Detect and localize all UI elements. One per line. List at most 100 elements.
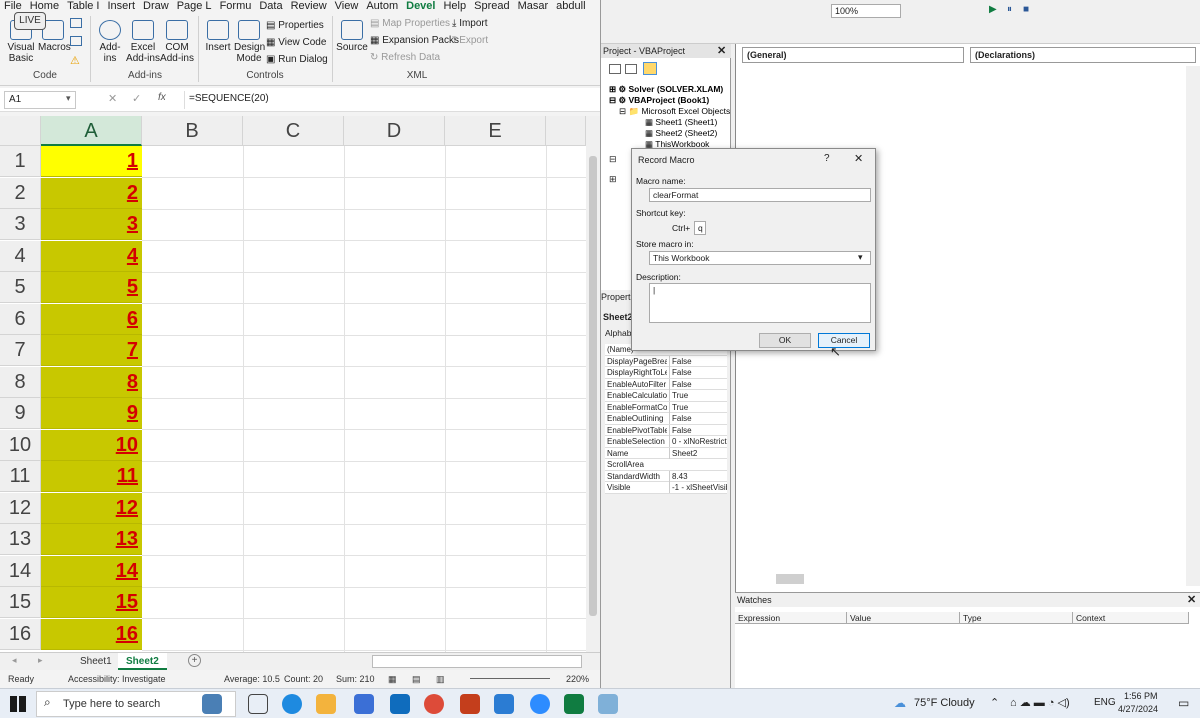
page-layout-view-icon[interactable]: ▤ (412, 670, 421, 688)
property-row[interactable]: EnableSelection 0 - xlNoRestricti (605, 436, 727, 448)
cell-a11[interactable]: 11 (41, 461, 142, 492)
property-row[interactable]: EnableFormatCon True (605, 401, 727, 413)
code-hscroll-thumb[interactable] (776, 574, 804, 584)
property-value[interactable]: False (669, 413, 727, 424)
store-macro-select[interactable]: This Workbook (649, 251, 871, 265)
view-code-icon[interactable] (609, 64, 621, 74)
tab-view[interactable]: View (331, 1, 363, 12)
cell-a6[interactable]: 6 (41, 303, 142, 335)
tab-table[interactable]: Table I (63, 1, 103, 12)
cell-a16[interactable]: 16 (41, 618, 142, 650)
row-header[interactable]: 13 (0, 524, 41, 555)
property-row[interactable]: EnablePivotTable False (605, 424, 727, 436)
shortcut-key-field[interactable]: q (694, 221, 706, 235)
cell-a10[interactable]: 10 (41, 429, 142, 461)
row-header[interactable]: 11 (0, 461, 41, 492)
cell-a14[interactable]: 14 (41, 555, 142, 587)
column-header-b[interactable]: B (142, 116, 243, 146)
column-header-f[interactable] (546, 116, 586, 146)
row-header[interactable]: 16 (0, 618, 41, 650)
expansion-packs-button[interactable]: ▦ Expansion Packs (370, 35, 459, 46)
export-button[interactable]: ⤒ Export (452, 35, 488, 46)
close-icon[interactable]: ✕ (717, 44, 726, 57)
row-header[interactable]: 1 (0, 146, 41, 177)
chevron-down-icon[interactable]: ▾ (858, 252, 863, 263)
row-header[interactable]: 8 (0, 366, 41, 398)
vertical-scrollbar[interactable] (586, 116, 600, 652)
normal-view-icon[interactable]: ▦ (388, 670, 397, 688)
watch-col-value[interactable]: Value (847, 612, 960, 624)
sheet-tab-sheet1[interactable]: Sheet1 (72, 653, 120, 670)
cell-a9[interactable]: 9 (41, 398, 142, 429)
watch-col-type[interactable]: Type (960, 612, 1073, 624)
tree-excel-objects[interactable]: ⊟ 📁 Microsoft Excel Objects (619, 106, 730, 117)
tab-abdull[interactable]: abdull (552, 1, 589, 12)
design-mode-button[interactable]: Design Mode (234, 20, 265, 64)
tab-masar[interactable]: Masar (514, 1, 553, 12)
cancel-button[interactable]: Cancel (818, 333, 870, 348)
mail-icon[interactable] (390, 694, 410, 714)
cell-a5[interactable]: 5 (41, 272, 142, 303)
tab-review[interactable]: Review (287, 1, 331, 12)
cell-a13[interactable]: 13 (41, 524, 142, 555)
prev-sheet-icon[interactable]: ◂ (12, 655, 17, 666)
source-button[interactable]: Source (336, 20, 368, 53)
cell-a12[interactable]: 12 (41, 492, 142, 524)
formula-input[interactable]: =SEQUENCE(20) (184, 91, 594, 109)
tab-page-layout[interactable]: Page L (173, 1, 216, 12)
toggle-folders-icon[interactable] (643, 62, 657, 75)
column-header-d[interactable]: D (344, 116, 445, 146)
properties-object[interactable]: Sheet2 (603, 312, 633, 322)
page-break-view-icon[interactable]: ▥ (436, 670, 445, 688)
property-value[interactable]: 0 - xlNoRestricti (669, 436, 727, 447)
cell-a8[interactable]: 8 (41, 366, 142, 398)
watch-col-expression[interactable]: Expression (735, 612, 847, 624)
clock-time[interactable]: 1:56 PM (1124, 691, 1158, 701)
property-value[interactable]: False (669, 424, 727, 436)
row-header[interactable]: 9 (0, 398, 41, 429)
property-row[interactable]: EnableCalculation True (605, 390, 727, 402)
vba-editor-icon[interactable] (598, 694, 618, 714)
property-value[interactable]: False (669, 355, 727, 367)
insert-control-button[interactable]: Insert (204, 20, 232, 53)
tab-help[interactable]: Help (439, 1, 470, 12)
property-row[interactable]: DisplayRightToLef False (605, 367, 727, 379)
record-macro-icon[interactable] (70, 18, 82, 28)
tab-automate[interactable]: Autom (362, 1, 402, 12)
system-tray-icons[interactable]: ⌂ ☁ ▬ ◔ ◁) (1010, 696, 1070, 709)
watch-col-context[interactable]: Context (1073, 612, 1189, 624)
tree-sheet2[interactable]: ▦ Sheet2 (Sheet2) (645, 128, 717, 139)
run-dialog-button[interactable]: ▣ Run Dialog (266, 54, 328, 65)
chevron-up-icon[interactable]: ⌃ (990, 696, 999, 709)
column-header-e[interactable]: E (445, 116, 546, 146)
pause-icon[interactable]: ⏸ (1007, 4, 1012, 15)
check-icon[interactable]: ✓ (132, 92, 141, 105)
procedure-combo[interactable]: (Declarations) (970, 47, 1196, 63)
horizontal-scrollbar[interactable] (372, 655, 582, 668)
import-button[interactable]: ⤓ Import (452, 18, 488, 29)
row-header[interactable]: 4 (0, 240, 41, 272)
weather-text[interactable]: 75°F Cloudy (914, 697, 975, 709)
sheet-tab-sheet2[interactable]: Sheet2 (118, 653, 167, 670)
macro-security-warning-icon[interactable]: ⚠ (70, 54, 80, 67)
row-header[interactable]: 2 (0, 177, 41, 209)
property-row[interactable]: StandardWidth 8.43 (605, 470, 727, 482)
close-button[interactable]: ✕ (854, 152, 863, 165)
tree-sheet1[interactable]: ▦ Sheet1 (Sheet1) (645, 117, 717, 128)
ok-button[interactable]: OK (759, 333, 811, 348)
property-row[interactable]: EnableAutoFilter False (605, 378, 727, 390)
notifications-icon[interactable]: ▭ (1178, 696, 1189, 710)
tree-node-expander[interactable]: ⊞ (609, 174, 617, 185)
tab-draw[interactable]: Draw (139, 1, 173, 12)
property-row[interactable]: Name Sheet2 (605, 447, 727, 459)
cell-a1[interactable]: 1 (41, 146, 142, 177)
tab-spreadsheet[interactable]: Spread (470, 1, 513, 12)
row-header[interactable]: 3 (0, 209, 41, 240)
cell-a15[interactable]: 15 (41, 587, 142, 618)
tree-vbaproject[interactable]: ⊟ ⚙ VBAProject (Book1) (609, 95, 709, 106)
row-header[interactable]: 5 (0, 272, 41, 303)
excel-icon[interactable] (564, 694, 584, 714)
clock-date[interactable]: 4/27/2024 (1118, 704, 1158, 714)
scroll-thumb[interactable] (589, 156, 597, 616)
cortana-icon[interactable] (202, 694, 222, 714)
